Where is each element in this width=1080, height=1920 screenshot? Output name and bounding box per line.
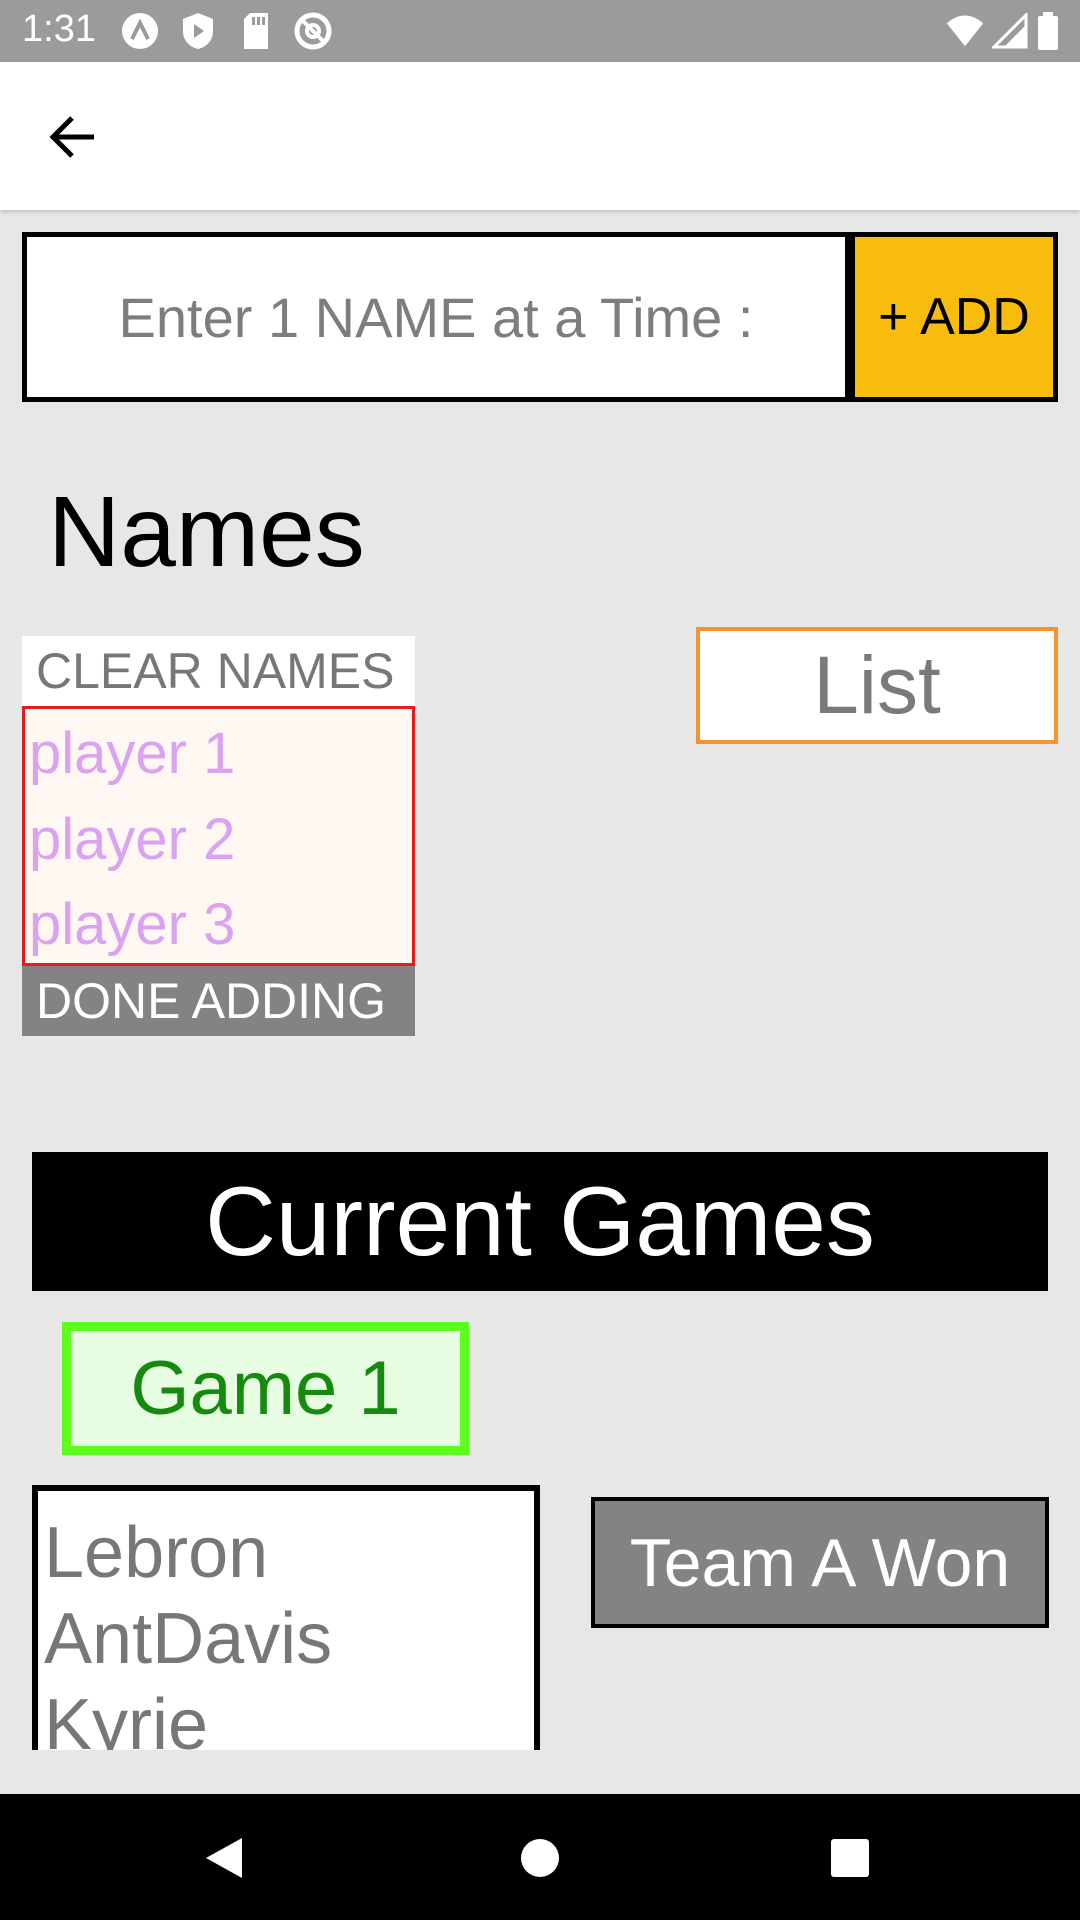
player-item[interactable]: player 1 <box>29 725 235 783</box>
player-item[interactable]: player 2 <box>29 811 235 869</box>
done-adding-button[interactable]: DONE ADDING <box>22 966 415 1036</box>
back-button[interactable] <box>30 97 116 177</box>
arrow-back-icon <box>49 116 94 158</box>
current-games-header: Current Games <box>32 1152 1048 1291</box>
player-item[interactable]: player 3 <box>29 896 235 954</box>
nav-back-button[interactable] <box>184 1820 264 1896</box>
nav-home-button[interactable] <box>500 1820 580 1896</box>
team-a-list[interactable]: Lebron AntDavis Kyrie <box>32 1485 540 1750</box>
sd-card-icon <box>236 11 276 51</box>
names-title: Names <box>48 476 365 588</box>
battery-icon <box>1030 11 1066 51</box>
team-a-won-button[interactable]: Team A Won <box>591 1497 1049 1628</box>
names-list: player 1 player 2 player 3 <box>22 706 415 966</box>
name-input-box <box>22 232 850 402</box>
signal-icon <box>990 11 1030 51</box>
nav-recents-button[interactable] <box>810 1820 890 1896</box>
game-1-button[interactable]: Game 1 <box>62 1322 469 1455</box>
circle-home-icon <box>521 1839 559 1877</box>
app-bar <box>0 62 1080 210</box>
clear-names-button[interactable]: CLEAR NAMES <box>22 636 415 706</box>
no-disturb-icon <box>293 11 333 51</box>
name-input[interactable] <box>27 237 845 397</box>
add-button[interactable]: + ADD <box>850 232 1058 402</box>
autodesk-icon <box>120 11 160 51</box>
team-member: Kyrie <box>44 1685 209 1750</box>
status-bar <box>0 0 1080 62</box>
triangle-back-icon <box>206 1838 242 1878</box>
status-time: 1:31 <box>22 8 96 50</box>
team-member: AntDavis <box>44 1599 333 1679</box>
square-recents-icon <box>831 1839 869 1877</box>
team-member: Lebron <box>44 1513 269 1593</box>
list-button[interactable]: List <box>696 627 1058 744</box>
shield-play-icon <box>178 11 218 51</box>
wifi-icon <box>945 11 985 51</box>
